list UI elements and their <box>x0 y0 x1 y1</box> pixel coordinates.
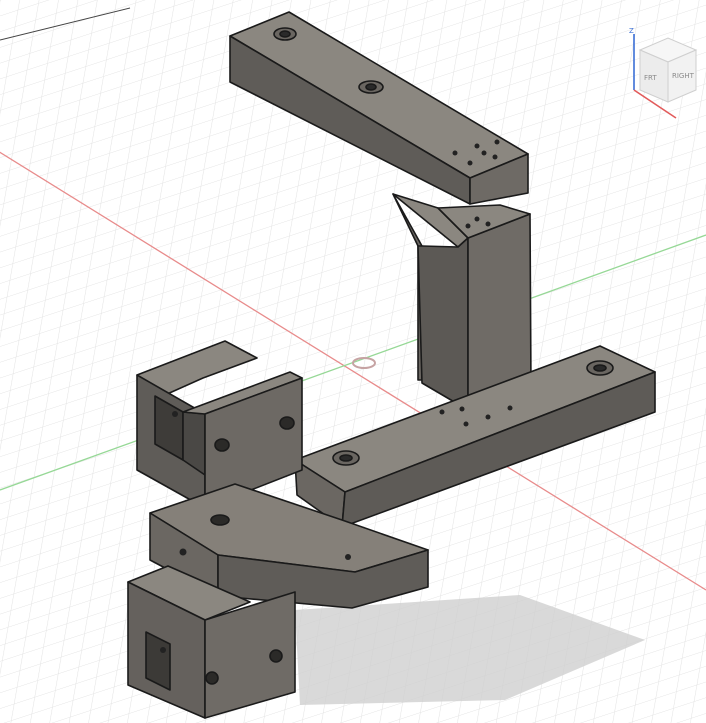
model-canvas[interactable] <box>0 0 706 723</box>
viewcube-z-label: Z <box>629 27 634 35</box>
viewcube-widget[interactable]: Z FRT RIGHT <box>626 20 706 130</box>
viewcube-front-label: FRT <box>644 74 657 82</box>
viewcube-right-label: RIGHT <box>672 72 695 80</box>
3d-viewport[interactable]: Z FRT RIGHT <box>0 0 706 723</box>
